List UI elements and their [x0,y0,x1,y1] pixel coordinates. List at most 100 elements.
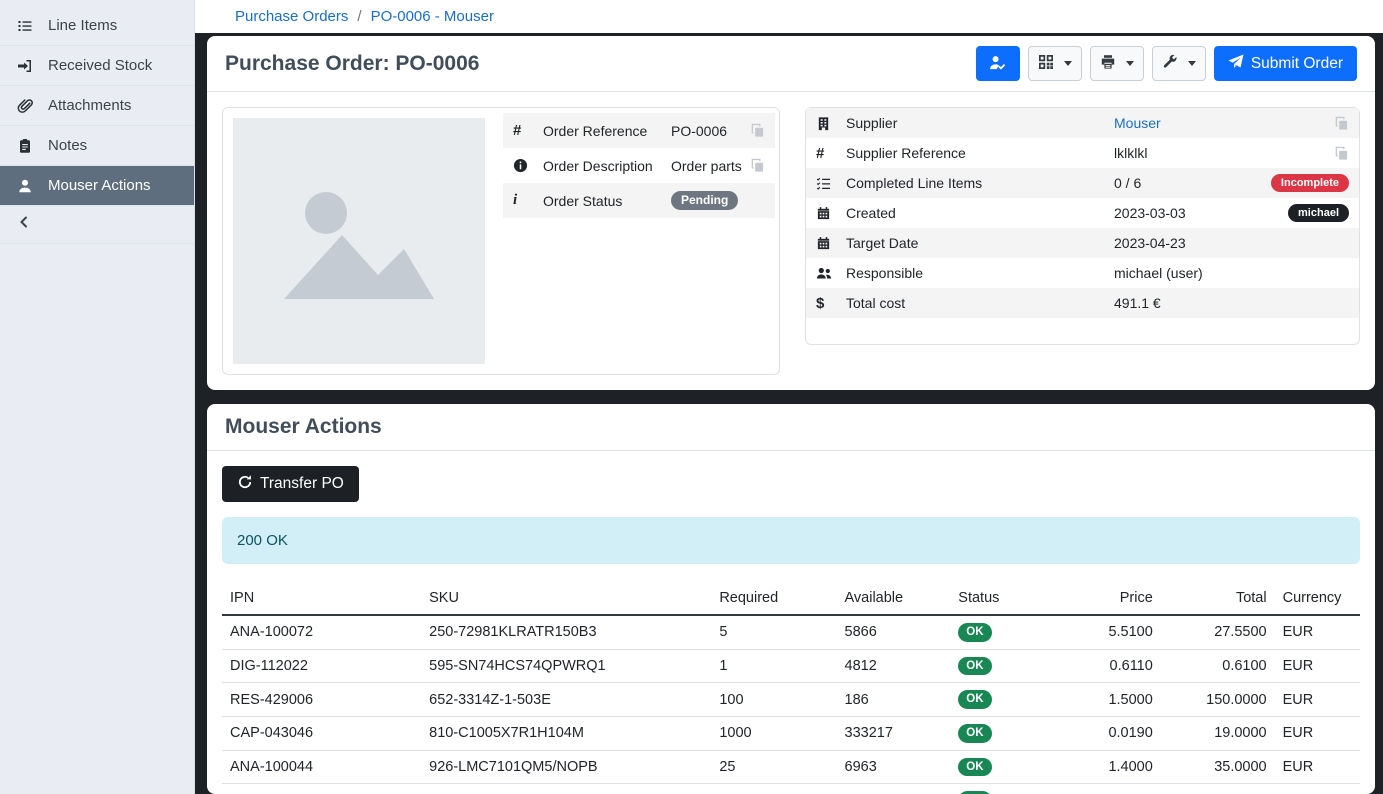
calendar-icon [816,206,846,221]
supplier-link[interactable]: Mouser [1114,115,1161,131]
cell-total: 19.0000 [1161,716,1275,750]
caret-down-icon [1126,61,1134,66]
table-row: ANA-100072 250-72981KLRATR150B3 5 5866 O… [222,615,1360,649]
sidebar-collapse-button[interactable] [0,206,194,244]
cell-available: 333217 [837,716,951,750]
detail-row-responsible: Responsible michael (user) [806,258,1359,288]
paperclip-icon [16,98,34,114]
detail-row-order-status: i Order Status Pending [503,183,775,218]
cell-total: 150.0000 [1161,683,1275,717]
table-row: ANA-100044 926-LMC7101QM5/NOPB 25 6963 O… [222,750,1360,784]
cell-required: 100 [711,683,836,717]
detail-row-created: Created 2023-03-03 michael [806,198,1359,228]
page-content: Purchase Order: PO-0006 [195,33,1383,794]
building-icon [816,116,846,131]
refresh-icon [237,474,253,494]
user-actions-button[interactable] [976,46,1020,81]
copy-icon[interactable] [750,123,765,138]
cell-currency: EUR [1275,649,1360,683]
sidebar-item-received-stock[interactable]: Received Stock [0,46,194,86]
status-ok-badge: OK [958,724,991,743]
cell-sku: 250-72981KLRATR150B3 [421,615,711,649]
detail-row-order-description: Order Description Order parts [503,148,775,183]
detail-value: 2023-04-23 [1114,235,1349,251]
sidebar-item-line-items[interactable]: Line Items [0,6,194,46]
detail-label: Supplier Reference [846,145,1114,161]
detail-label: Order Description [543,158,671,174]
breadcrumb-current[interactable]: PO-0006 - Mouser [371,8,494,25]
supplier-details-card: Supplier Mouser # Supplier Reference lkl… [805,107,1360,345]
purchase-order-panel: Purchase Order: PO-0006 [207,36,1375,390]
info-circle-icon [513,158,543,173]
table-row: DIG-112022 595-SN74HCS74QPWRQ1 1 4812 OK… [222,649,1360,683]
detail-row-target-date: Target Date 2023-04-23 [806,228,1359,258]
table-row: RES-429006 652-3314Z-1-503E 100 186 OK 1… [222,683,1360,717]
order-toolbar: Submit Order [976,46,1357,81]
detail-value: 491.1 € [1114,295,1349,311]
hash-icon: # [513,122,543,139]
header-status: Status [950,582,1064,615]
detail-value: 0 / 6 [1114,175,1271,191]
detail-label: Target Date [846,235,1114,251]
sidebar-item-notes[interactable]: Notes [0,126,194,166]
sidebar-item-label: Notes [48,137,87,154]
breadcrumb-purchase-orders[interactable]: Purchase Orders [235,8,348,25]
cell-sku: 595-SN74HCS74QPWRQ1 [421,649,711,683]
print-actions-button[interactable] [1090,46,1144,81]
cell-status: OK [950,649,1064,683]
copy-icon[interactable] [1334,146,1349,161]
detail-label: Supplier [846,115,1114,131]
cell-sku: 926-LMC7101QM5/NOPB [421,750,711,784]
order-actions-button[interactable] [1152,46,1206,81]
copy-icon[interactable] [750,158,765,173]
sidebar-item-label: Attachments [48,97,131,114]
user-badge: michael [1288,204,1349,222]
mouser-actions-body: Transfer PO 200 OK IPN SKU Required Avai… [207,451,1375,794]
header-total: Total [1161,582,1275,615]
cell-required: 5 [711,615,836,649]
sidebar-item-attachments[interactable]: Attachments [0,86,194,126]
cell-price: 5.7200 [1064,784,1161,794]
breadcrumb-separator: / [357,8,361,25]
status-alert: 200 OK [222,517,1360,564]
detail-value: PO-0006 [671,123,742,139]
user-check-icon [989,54,1006,74]
status-ok-badge: OK [958,690,991,709]
cell-available: 4812 [837,649,951,683]
detail-value: Pending [671,191,765,210]
incomplete-badge: Incomplete [1271,174,1349,192]
qrcode-icon [1038,54,1054,73]
barcode-actions-button[interactable] [1028,46,1082,81]
cell-status: OK [950,716,1064,750]
app-root: Line Items Received Stock Attachments No… [0,0,1383,794]
submit-order-button[interactable]: Submit Order [1214,46,1357,81]
sidebar-item-mouser-actions[interactable]: Mouser Actions [0,166,194,206]
cell-available: 5866 [837,615,951,649]
cell-ipn: CAP-043046 [222,716,421,750]
mouser-actions-panel: Mouser Actions Transfer PO 200 OK IPN [207,404,1375,794]
detail-label: Completed Line Items [846,175,1114,191]
cell-currency: EUR [1275,615,1360,649]
page-title: Purchase Order: PO-0006 [225,52,479,76]
cell-currency: EUR [1275,750,1360,784]
cell-price: 0.0190 [1064,716,1161,750]
transfer-po-button[interactable]: Transfer PO [222,466,359,502]
cell-total: 35.0000 [1161,750,1275,784]
cell-required: 1000 [711,716,836,750]
cell-ipn: SWT-200005 [222,784,421,794]
user-icon [16,178,34,194]
status-ok-badge: OK [958,623,991,642]
actions-panel-title: Mouser Actions [225,415,382,439]
dollar-icon: $ [816,295,846,312]
cell-price: 1.5000 [1064,683,1161,717]
copy-icon[interactable] [1334,116,1349,131]
order-status-badge: Pending [671,191,738,210]
cell-price: 5.5100 [1064,615,1161,649]
table-row: CAP-043046 810-C1005X7R1H104M 1000 33321… [222,716,1360,750]
cell-ipn: ANA-100044 [222,750,421,784]
detail-label: Total cost [846,295,1114,311]
cell-required: 25 [711,750,836,784]
detail-row-supplier-reference: # Supplier Reference lklklkl [806,138,1359,168]
detail-value: Order parts [671,158,742,174]
cell-status: OK [950,750,1064,784]
